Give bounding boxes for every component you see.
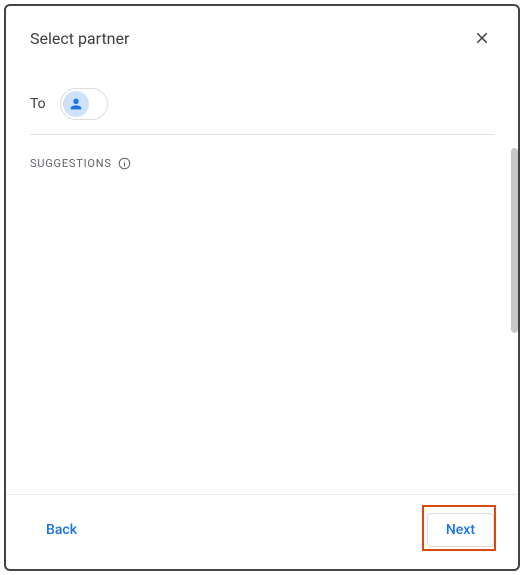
dialog-title: Select partner xyxy=(30,29,129,48)
suggestions-text: SUGGESTIONS xyxy=(30,157,112,170)
close-icon xyxy=(473,29,491,47)
scrollbar[interactable] xyxy=(511,148,518,333)
avatar xyxy=(63,91,89,117)
dialog-footer: Back Next xyxy=(6,494,518,569)
partner-input[interactable] xyxy=(122,94,272,114)
to-row: To xyxy=(6,60,518,134)
person-icon xyxy=(68,96,84,112)
back-button[interactable]: Back xyxy=(30,514,93,546)
dialog-header: Select partner xyxy=(6,6,518,60)
suggestions-label: SUGGESTIONS xyxy=(30,157,494,170)
close-button[interactable] xyxy=(470,26,494,50)
selected-partner-chip[interactable] xyxy=(60,88,108,120)
next-button[interactable]: Next xyxy=(427,513,494,547)
select-partner-dialog: Select partner To SUGGESTIONS Back Next xyxy=(4,4,520,571)
info-icon[interactable] xyxy=(118,157,131,170)
to-label: To xyxy=(30,96,46,112)
suggestions-section: SUGGESTIONS xyxy=(6,135,518,494)
